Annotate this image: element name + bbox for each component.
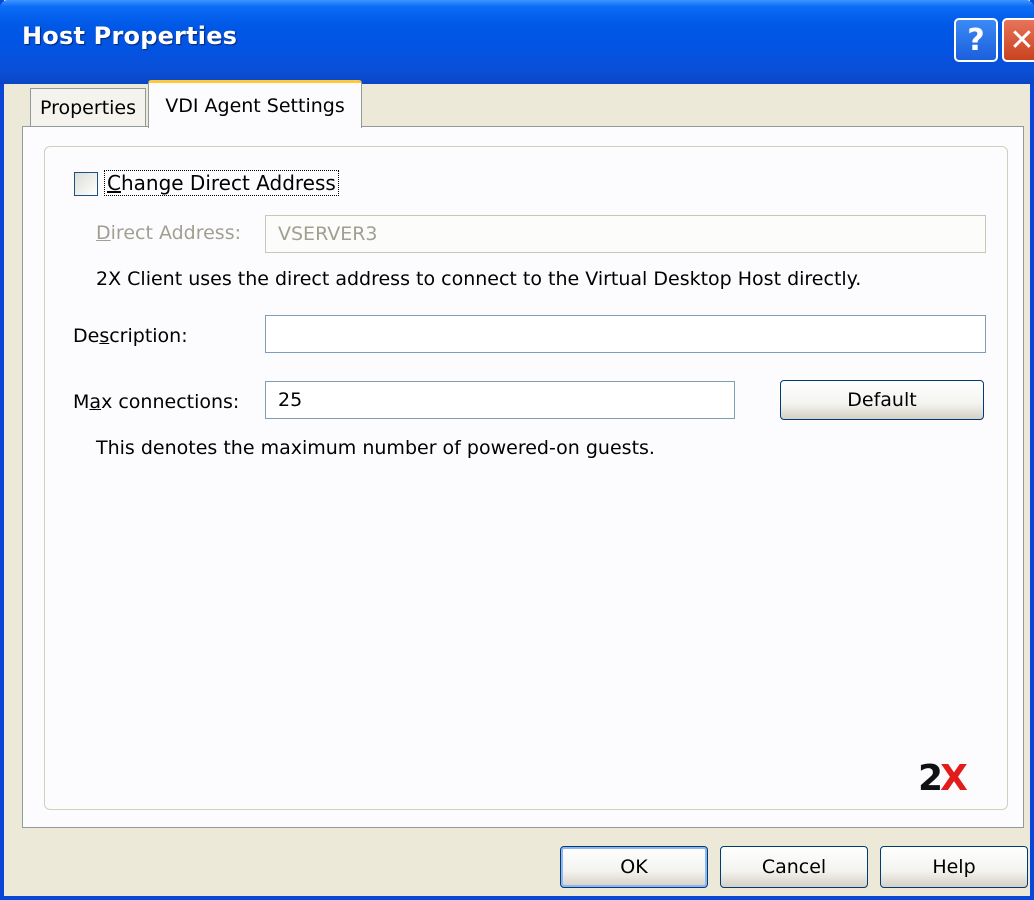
change-direct-address-checkbox[interactable] — [74, 172, 98, 196]
2x-logo: 2X — [918, 758, 968, 799]
default-button[interactable]: Default — [780, 380, 984, 420]
help-button[interactable]: Help — [880, 846, 1028, 888]
max-connections-label: Max connections: — [73, 391, 240, 413]
close-icon[interactable]: ✕ — [1002, 18, 1034, 62]
direct-address-label: Direct Address: — [96, 222, 242, 244]
direct-address-input[interactable]: VSERVER3 — [265, 215, 986, 253]
tab-properties[interactable]: Properties — [30, 88, 146, 126]
max-connections-help-text: This denotes the maximum number of power… — [96, 437, 655, 459]
ok-button[interactable]: OK — [560, 846, 708, 888]
cancel-button[interactable]: Cancel — [720, 846, 868, 888]
max-connections-input[interactable]: 25 — [265, 381, 735, 419]
tab-vdi-agent-settings[interactable]: VDI Agent Settings — [148, 80, 362, 128]
direct-address-help-text: 2X Client uses the direct address to con… — [96, 268, 862, 290]
change-direct-address-label[interactable]: Change Direct Address — [104, 170, 339, 196]
window-title: Host Properties — [22, 22, 238, 50]
help-icon[interactable]: ? — [954, 18, 998, 62]
titlebar[interactable]: Host Properties ? ✕ — [0, 0, 1034, 84]
description-input[interactable] — [265, 315, 986, 353]
description-label: Description: — [73, 325, 188, 347]
